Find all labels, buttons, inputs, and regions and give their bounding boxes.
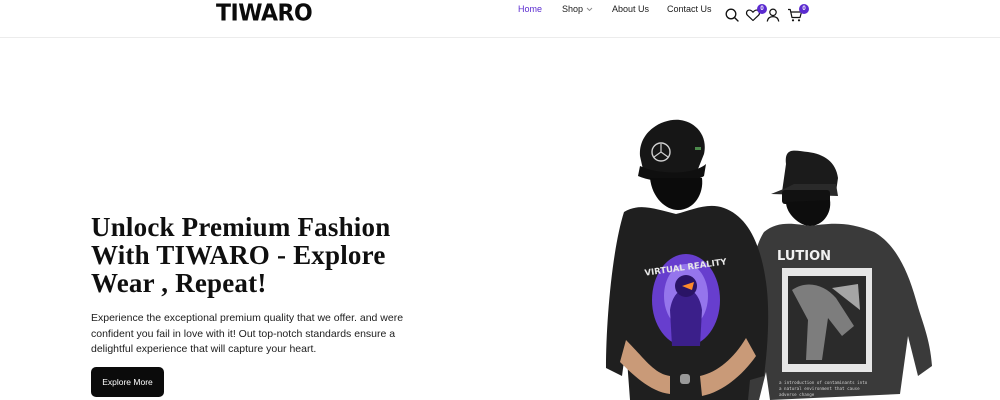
nav-item-label: Contact Us (667, 4, 712, 14)
chevron-down-icon (586, 4, 593, 14)
nav-item-contact[interactable]: Contact Us (667, 4, 727, 14)
svg-text:a natural environment that cau: a natural environment that cause (779, 386, 860, 391)
hero-title: Unlock Premium Fashion With TIWARO - Exp… (91, 212, 391, 298)
nav-item-about[interactable]: About Us (612, 4, 672, 14)
wishlist-button[interactable]: 0 (745, 4, 767, 23)
models-illustration: LUTION a introduction of contaminants in… (606, 119, 932, 400)
cart-button[interactable]: 0 (787, 4, 809, 23)
hero-image: LUTION a introduction of contaminants in… (596, 114, 936, 400)
nav-item-label: Home (518, 4, 543, 14)
back-model: LUTION a introduction of contaminants in… (744, 150, 932, 400)
nav-item-shop[interactable]: Shop (562, 4, 593, 14)
nav-item-home[interactable]: Home (518, 4, 542, 14)
search-button[interactable] (724, 7, 740, 23)
svg-text:a introduction of contaminants: a introduction of contaminants into (779, 380, 868, 385)
nav-item-label: About Us (612, 4, 650, 14)
nav-item-label: Shop (562, 4, 584, 14)
cart-count-badge: 0 (799, 4, 809, 14)
explore-more-button[interactable]: Explore More (91, 367, 164, 397)
back-shirt-print: LUTION (777, 249, 831, 264)
svg-text:adverse change: adverse change (779, 392, 815, 397)
search-icon (725, 8, 739, 22)
site-header: TIWARO Home Shop About Us Contact Us 0 0 (0, 0, 1000, 38)
brand-logo[interactable]: TIWARO (216, 1, 313, 26)
hero-description: Experience the exceptional premium quali… (91, 312, 404, 355)
front-model: VIRTUAL REALITY (606, 119, 769, 400)
account-button[interactable] (765, 7, 781, 23)
user-icon (766, 8, 780, 22)
